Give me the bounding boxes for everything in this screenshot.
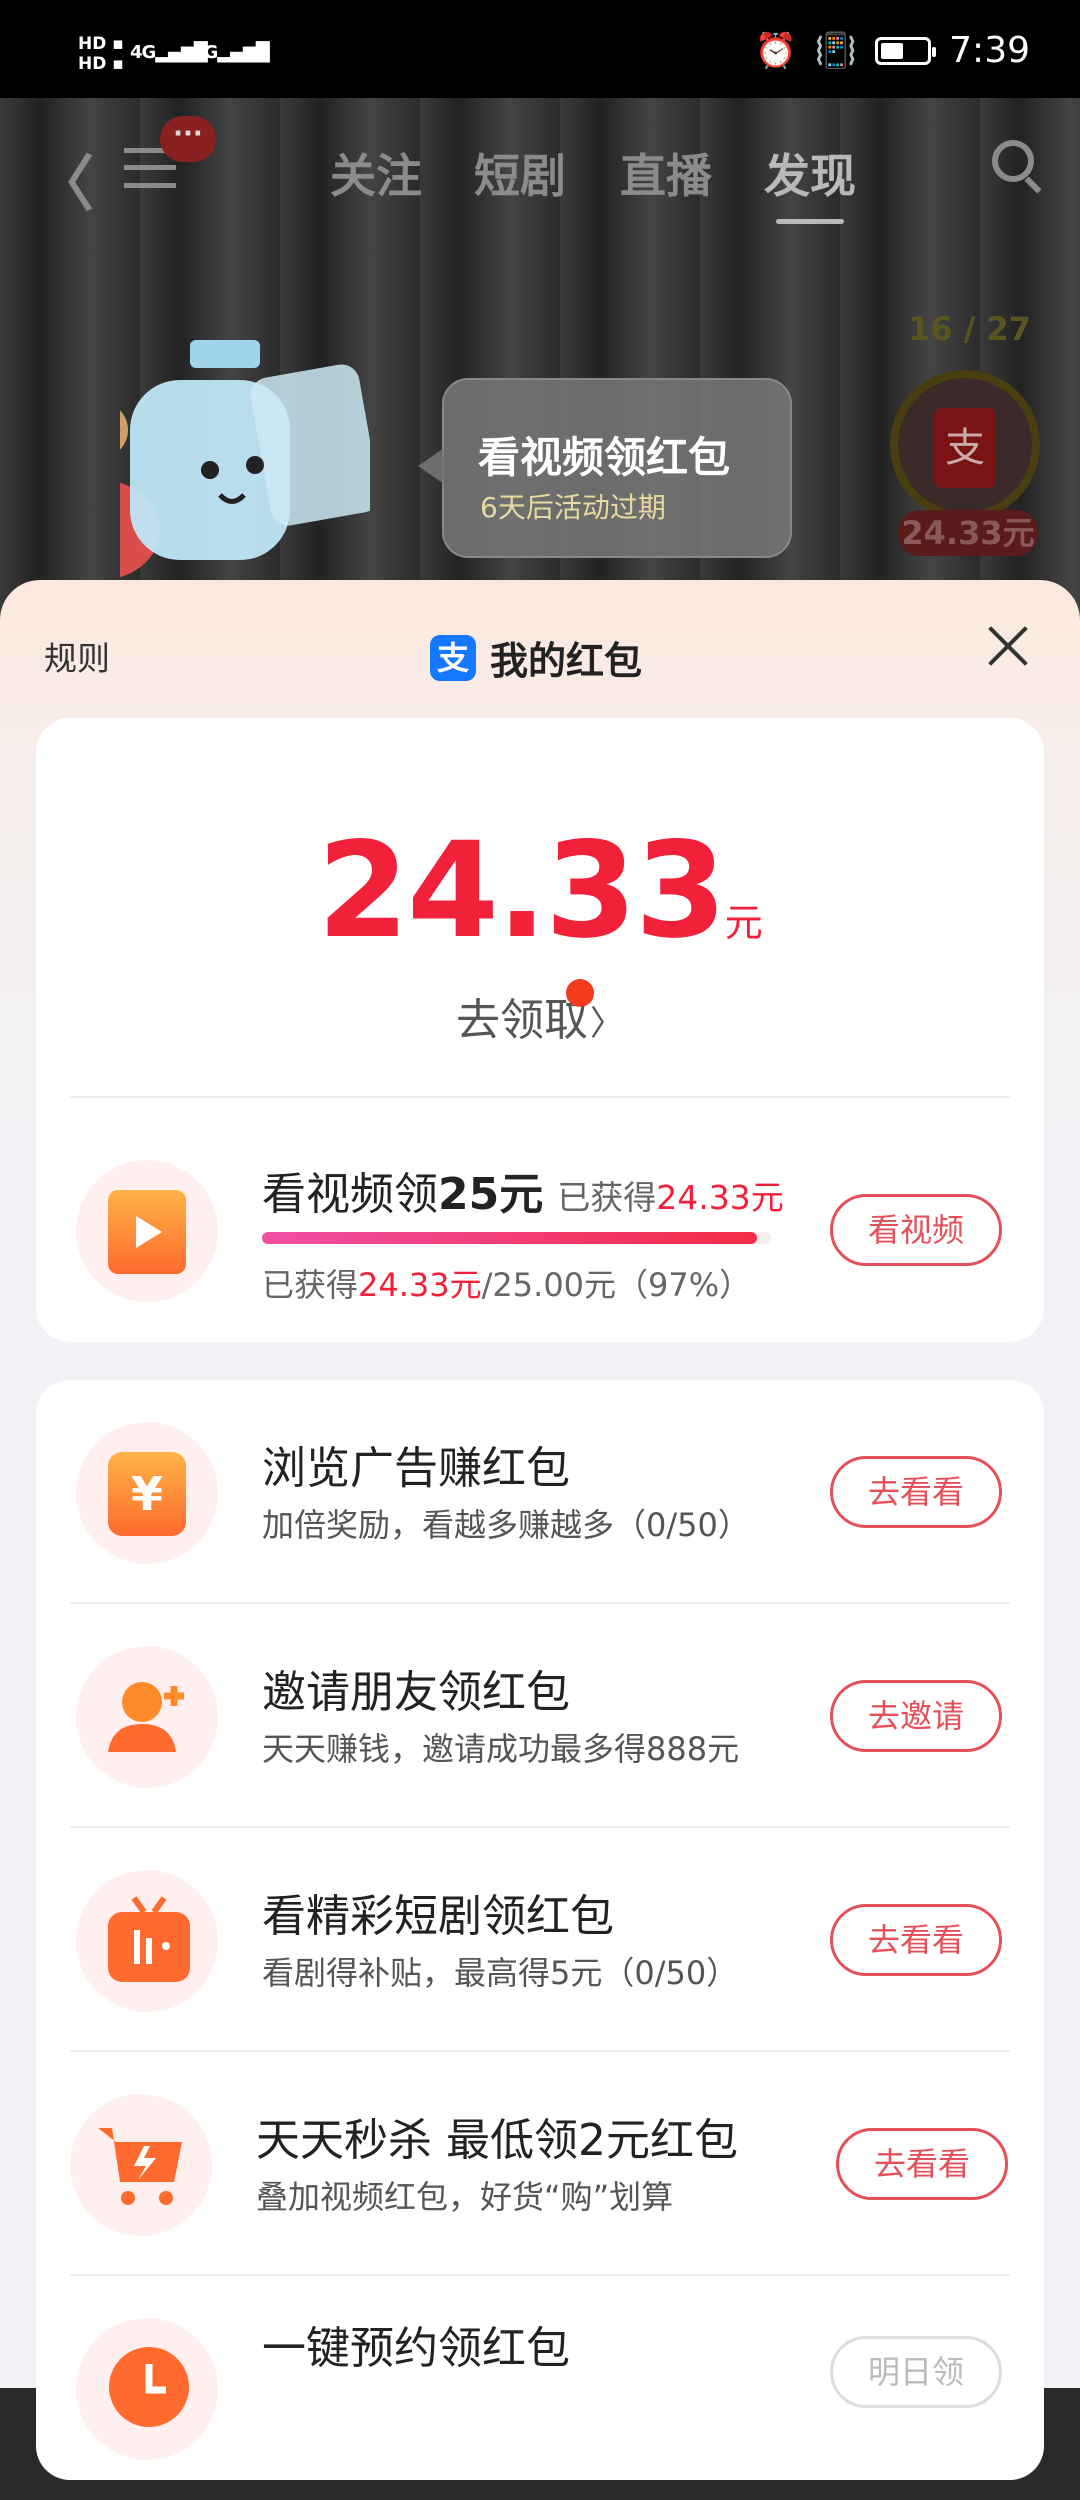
featured-task: 看视频领25元 已获得24.33元 已获得24.33元/25.00元（97%） … [36,1118,1044,1342]
task-title: 浏览广告赚红包 [262,1443,570,1494]
task-item: 邀请朋友领红包 天天赚钱，邀请成功最多得888元 去邀请 [36,1604,1044,1828]
divider [70,1096,1010,1098]
task-item: 看精彩短剧领红包 看剧得补贴，最高得5元（0/50） 去看看 [36,1828,1044,2052]
alipay-icon: 支 [430,634,476,681]
mascot-icon [120,340,370,578]
signal-2-icon: 4G▂▄▆█ [192,42,270,63]
task-button[interactable]: 去看看 [830,1456,1002,1528]
status-right: ⏰ 📳 7:39 [754,30,1030,71]
balance-number: 24.33 [317,814,727,968]
task-desc: 天天赚钱，邀请成功最多得888元 [262,1730,740,1768]
task-button[interactable]: 去看看 [836,2128,1008,2200]
claim-button[interactable]: 去领取〉 [36,979,1044,1048]
search-icon[interactable] [992,140,1034,182]
chevron-right-icon: 〉 [590,1004,624,1044]
task-button[interactable]: 明日领 [830,2336,1002,2408]
task-title: 邀请朋友领红包 [262,1667,570,1718]
task-button[interactable]: 去看看 [830,1904,1002,1976]
red-packet-sheet: 规则 支 我的红包 24.33元 去领取〉 看视频领25元 已获得24.33元 [0,580,1080,2480]
claim-dot [566,979,594,1007]
status-bar: HD ▪ HD ▪ 4G▂▄▆█ 4G▂▄▆█ ⏰ 📳 7:39 [0,0,1080,98]
featured-task-progress: 已获得24.33元/25.00元（97%） [262,1266,752,1304]
task-title: 天天秒杀 最低领2元红包 [256,2115,738,2166]
back-icon[interactable]: 〈 [34,136,94,223]
progress-fill [262,1232,757,1244]
sim-indicators: HD ▪ HD ▪ [78,34,124,74]
task-title: 看精彩短剧领红包 [262,1891,614,1942]
clock: 7:39 [949,30,1030,71]
battery-icon [875,36,937,65]
shopping-cart-icon [98,2128,182,2205]
promo-title: 看视频领红包 [478,433,731,482]
vibrate-icon: 📳 [814,30,858,71]
task-button[interactable]: 去邀请 [830,1680,1002,1752]
tab-discover[interactable]: 发现 [764,140,856,224]
invite-user-icon [108,1682,184,1752]
yen-envelope-icon: ¥ [108,1452,186,1536]
notification-badge: ··· [160,116,216,162]
featured-task-title: 看视频领25元 已获得24.33元 [262,1169,784,1220]
promo-bubble: 看视频领红包 6天后活动过期 [418,378,792,558]
video-task-icon-bg [76,1160,218,1302]
balance-amount: 24.33元 [36,814,1044,968]
sim1-label: HD [78,34,107,54]
task-desc: 看剧得补贴，最高得5元（0/50） [262,1954,739,1992]
task-list-card: ¥ 浏览广告赚红包 加倍奖励，看越多赚越多（0/50） 去看看 邀请朋友领红包 … [36,1380,1044,2480]
tab-live[interactable]: 直播 [620,140,712,206]
close-icon[interactable] [986,624,1030,668]
tab-short-drama[interactable]: 短剧 [474,140,566,206]
task-icon-bg: ¥ [76,1422,218,1564]
red-packet-widget[interactable]: 支 [890,370,1040,520]
task-icon-bg [70,2094,212,2236]
task-icon-bg [76,1646,218,1788]
task-item: 天天秒杀 最低领2元红包 叠加视频红包，好货“购”划算 去看看 [36,2052,1044,2276]
sheet-title: 支 我的红包 [430,630,642,685]
balance-unit: 元 [724,901,763,945]
task-desc: 叠加视频红包，好货“购”划算 [256,2178,674,2216]
task-title: 一键预约领红包 [262,2323,570,2374]
watch-video-button[interactable]: 看视频 [830,1194,1002,1266]
red-packet-icon: 支 [934,408,996,488]
sim2-label: HD [78,54,107,74]
tv-drama-icon [108,1896,190,1982]
progress-bar [262,1232,772,1244]
task-desc: 加倍奖励，看越多赚越多（0/50） [262,1506,750,1544]
claim-label: 去领取 [456,995,588,1046]
task-item: ¥ 浏览广告赚红包 加倍奖励，看越多赚越多（0/50） 去看看 [36,1380,1044,1604]
play-icon [108,1190,186,1274]
task-item: 一键预约领红包 明日领 [36,2276,1044,2500]
rules-link[interactable]: 规则 [44,632,110,680]
red-packet-amount: 24.33元 [898,510,1038,556]
promo-expiry: 6天后活动过期 [480,491,666,524]
tab-follow[interactable]: 关注 [330,140,422,206]
task-icon-bg [76,1870,218,2012]
sheet-title-text: 我的红包 [490,639,643,683]
balance-card: 24.33元 去领取〉 看视频领25元 已获得24.33元 已获得24.33元/… [36,718,1044,1342]
clock-icon [109,2347,189,2427]
video-counter: 16 / 27 [908,310,1032,348]
top-nav: 〈 ··· 关注 短剧 直播 发现 [0,116,1080,224]
task-icon-bg [76,2318,218,2460]
alarm-icon: ⏰ [754,30,797,71]
